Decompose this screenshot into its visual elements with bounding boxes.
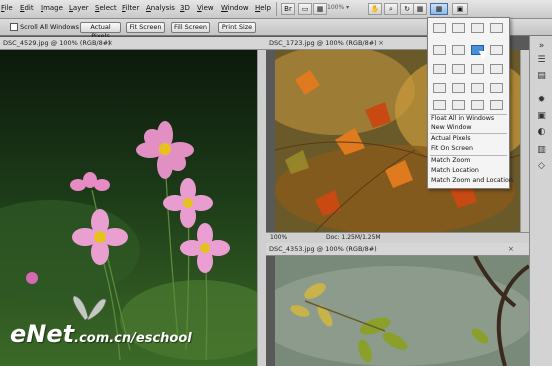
layout-column-icon[interactable] <box>471 83 484 93</box>
layout-5up-icon[interactable] <box>452 64 465 74</box>
layout-9up-icon[interactable] <box>452 100 465 110</box>
layout-consolidate-icon[interactable] <box>433 23 446 33</box>
menu-file[interactable]: File <box>1 4 13 12</box>
menu-view[interactable]: View <box>197 4 214 12</box>
hand-tool-icon[interactable]: ✋ <box>368 3 382 15</box>
menu-analysis[interactable]: Analysis <box>146 4 175 12</box>
arrange-documents-icon: ▦ <box>435 5 443 13</box>
menu-select[interactable]: Select <box>95 4 117 12</box>
canvas-right-bottom[interactable] <box>275 256 529 366</box>
menu-window[interactable]: Window <box>221 4 249 12</box>
layout-6up-icon[interactable] <box>433 64 446 74</box>
vertical-scrollbar-right-top[interactable] <box>520 50 529 232</box>
status-zoom: 100% <box>270 234 288 241</box>
match-location-item[interactable]: Match Location <box>431 167 479 174</box>
menu-filter[interactable]: Filter <box>122 4 139 12</box>
menu-image[interactable]: Image <box>41 4 63 12</box>
menu-help[interactable]: Help <box>255 4 271 12</box>
panel-collapse-icon[interactable]: » <box>535 40 548 52</box>
fit-screen-button[interactable]: Fit Screen <box>126 22 165 33</box>
menu-layer[interactable]: Layer <box>69 4 89 12</box>
layout-grid-icon[interactable] <box>471 64 484 74</box>
zoom-select[interactable]: 100% ▾ <box>327 4 361 15</box>
zoom-value: 100% <box>327 4 345 11</box>
screen-mode-icon[interactable]: ▣ <box>452 3 468 15</box>
actual-pixels-button[interactable]: Actual Pixels <box>80 22 121 40</box>
paths-icon[interactable]: ◇ <box>535 160 548 172</box>
scroll-all-label: Scroll All Windows <box>20 23 80 31</box>
layout-2up-vertical-icon[interactable] <box>471 23 484 33</box>
match-zoom-and-location-item[interactable]: Match Zoom and Location <box>431 177 513 184</box>
adjustments-icon[interactable]: ✹ <box>535 94 548 106</box>
close-icon[interactable]: × <box>378 37 384 49</box>
actual-pixels-item[interactable]: Actual Pixels <box>431 135 471 142</box>
vertical-scrollbar-left[interactable] <box>257 50 266 366</box>
layout-stack-icon[interactable] <box>433 83 446 93</box>
layout-3up-stacked-icon[interactable] <box>452 45 465 55</box>
document-title-right-top: DSC_1723.jpg @ 100% (RGB/8#) <box>269 39 377 47</box>
layout-2up-horizontal-icon[interactable] <box>452 23 465 33</box>
zoom-tool-icon[interactable]: ⌕ <box>384 3 398 15</box>
menu-3d[interactable]: 3D <box>180 4 190 12</box>
menu-edit[interactable]: Edit <box>20 4 34 12</box>
document-tab-left[interactable]: DSC_4529.jpg @ 100% (RGB/8#) × <box>0 37 266 50</box>
match-zoom-item[interactable]: Match Zoom <box>431 157 470 164</box>
arrange-documents-button[interactable]: ▦ <box>430 3 448 15</box>
layout-16up-icon[interactable] <box>490 100 503 110</box>
styles-icon[interactable]: ▣ <box>535 110 548 122</box>
layout-3up-horizontal-icon[interactable] <box>433 45 446 55</box>
document-tab-right-top[interactable]: DSC_1723.jpg @ 100% (RGB/8#) × <box>266 37 430 50</box>
arrange-documents-menu: Float All in Windows New Window Actual P… <box>427 17 513 189</box>
layout-12up-icon[interactable] <box>471 100 484 110</box>
menubar-divider <box>276 2 277 16</box>
status-doc-size: Doc: 1.25M/1.25M <box>326 234 381 241</box>
menu-separator <box>430 155 507 156</box>
watermark-brand: eNet <box>10 320 75 348</box>
scroll-all-checkbox[interactable] <box>10 23 18 31</box>
cursor-icon <box>479 51 487 60</box>
close-icon[interactable]: × <box>508 243 514 255</box>
layout-row-icon[interactable] <box>452 83 465 93</box>
mini-bridge-icon[interactable]: ▭ <box>298 3 312 15</box>
canvas-left[interactable] <box>0 50 257 366</box>
layout-cascade-icon[interactable] <box>490 83 503 93</box>
history-icon[interactable]: ☰ <box>535 54 548 66</box>
layout-4up-icon[interactable] <box>490 45 503 55</box>
branch-photo <box>275 256 529 366</box>
menu-separator <box>430 133 507 134</box>
layers-icon[interactable]: ▤ <box>535 70 548 82</box>
channels-icon[interactable]: ▥ <box>535 144 548 156</box>
document-tab-right-bottom[interactable]: DSC_4353.jpg @ 100% (RGB/8#) × <box>266 243 529 256</box>
float-all-in-windows-item[interactable]: Float All in Windows <box>431 115 494 122</box>
watermark: eNet.com.cn/eschool <box>10 320 192 348</box>
status-bar-right-top: 100% Doc: 1.25M/1.25M <box>266 232 529 243</box>
flower-bud <box>26 272 38 284</box>
watermark-site: .com.cn/eschool <box>74 331 192 346</box>
document-title-right-bottom: DSC_4353.jpg @ 100% (RGB/8#) <box>269 245 377 253</box>
layout-tile-icon[interactable] <box>490 64 503 74</box>
new-window-item[interactable]: New Window <box>431 124 472 131</box>
close-icon[interactable]: × <box>107 37 113 49</box>
document-title-left: DSC_4529.jpg @ 100% (RGB/8#) <box>3 39 111 47</box>
layout-3up-icon[interactable] <box>490 23 503 33</box>
bridge-icon[interactable]: Br <box>281 3 295 15</box>
flower-photo <box>0 50 257 366</box>
fit-on-screen-item[interactable]: Fit On Screen <box>431 145 473 152</box>
extras-icon[interactable]: ▦ <box>313 3 327 15</box>
rotate-view-icon[interactable]: ↻ <box>400 3 414 15</box>
layout-8up-icon[interactable] <box>433 100 446 110</box>
masks-icon[interactable]: ◐ <box>535 126 548 138</box>
panel-dock: » ☰ ▤ ✹ ▣ ◐ ▥ ◇ <box>529 36 552 366</box>
arrange-icon[interactable]: ▦ <box>413 3 427 15</box>
fill-screen-button[interactable]: Fill Screen <box>171 22 210 33</box>
print-size-button[interactable]: Print Size <box>218 22 256 33</box>
